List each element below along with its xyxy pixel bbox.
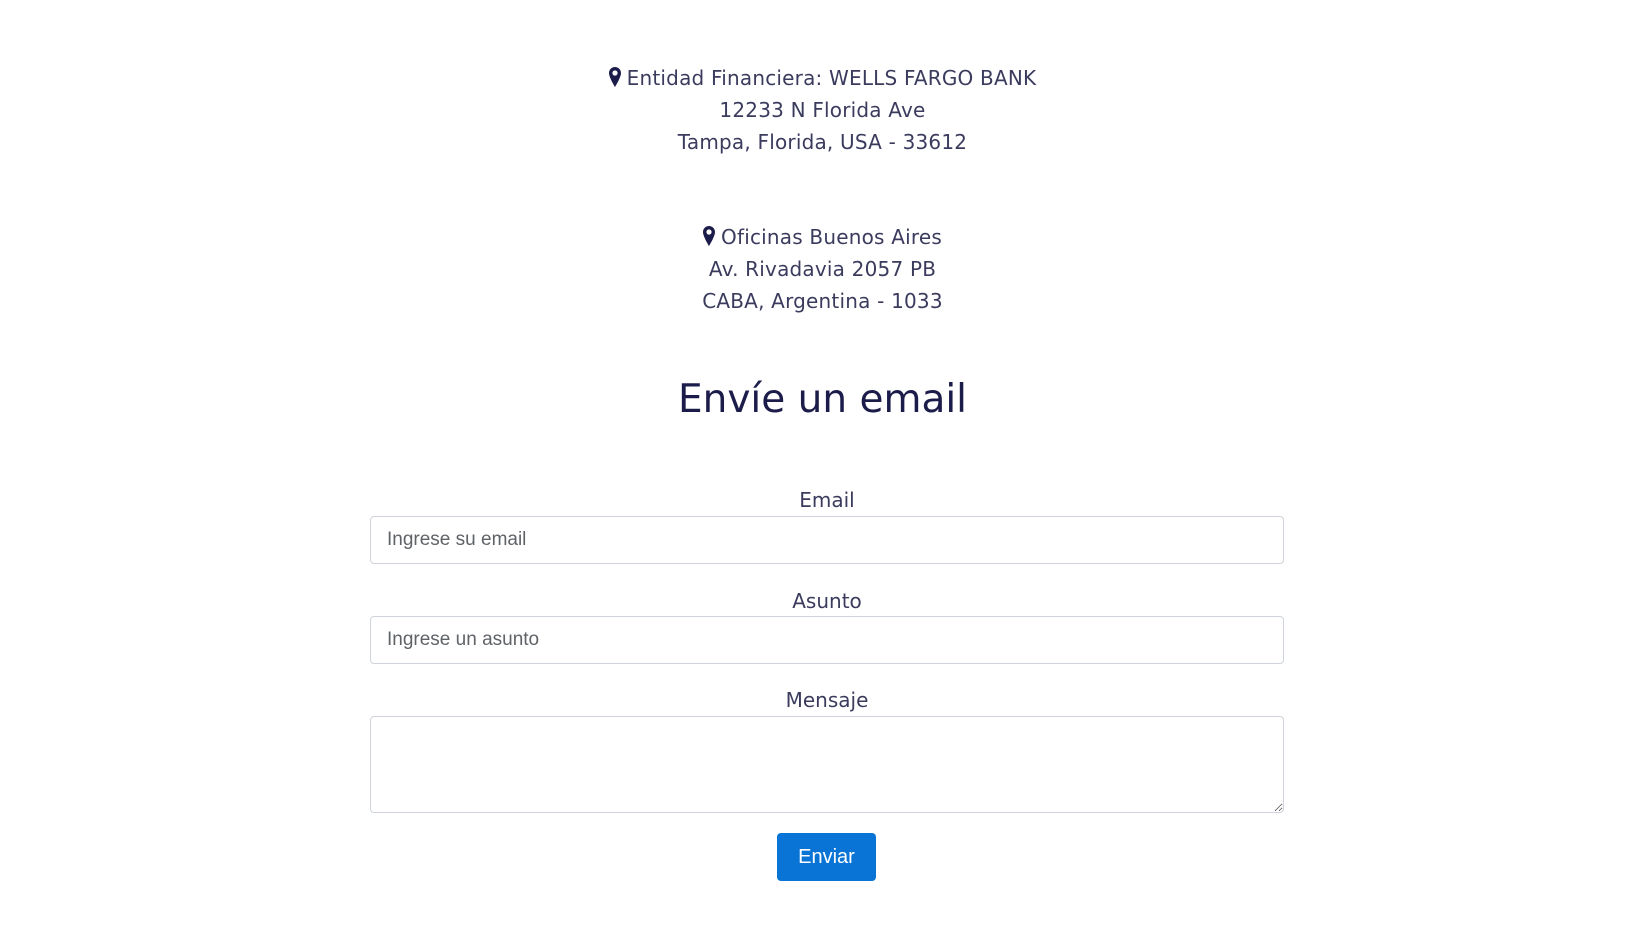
contact-page: Entidad Financiera: WELLS FARGO BANK 122… — [0, 0, 1645, 926]
address-street: Av. Rivadavia 2057 PB — [708, 257, 937, 281]
email-label: Email — [799, 488, 855, 512]
address-name: Oficinas Buenos Aires — [721, 225, 942, 249]
address-block-wells-fargo: Entidad Financiera: WELLS FARGO BANK 122… — [0, 62, 1645, 158]
subject-label: Asunto — [792, 589, 862, 613]
address-name: Entidad Financiera: WELLS FARGO BANK — [626, 66, 1037, 90]
message-textarea[interactable] — [370, 716, 1284, 813]
address-street: 12233 N Florida Ave — [719, 98, 926, 122]
contact-form-title: Envíe un email — [677, 377, 968, 422]
address-name-line: Entidad Financiera: WELLS FARGO BANK — [0, 62, 1645, 94]
address-name-line: Oficinas Buenos Aires — [0, 221, 1645, 253]
subject-input[interactable] — [370, 616, 1284, 664]
message-label: Mensaje — [785, 688, 869, 712]
send-button[interactable]: Enviar — [777, 833, 876, 881]
address-block-buenos-aires: Oficinas Buenos Aires Av. Rivadavia 2057… — [0, 221, 1645, 317]
address-city: Tampa, Florida, USA - 33612 — [677, 130, 968, 154]
email-input[interactable] — [370, 516, 1284, 564]
address-city: CABA, Argentina - 1033 — [702, 289, 943, 313]
map-pin-icon — [703, 226, 716, 246]
map-pin-icon — [608, 67, 621, 87]
